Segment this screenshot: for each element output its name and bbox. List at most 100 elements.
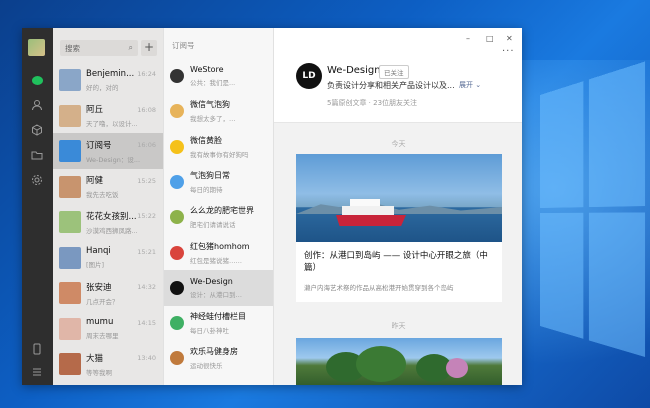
follow-badge[interactable]: 已关注 xyxy=(379,65,409,79)
expand-link[interactable]: 展开 ⌄ xyxy=(459,80,481,90)
chevron-down-icon: ⌄ xyxy=(475,81,482,89)
subscription-name: 气泡狗日常 xyxy=(190,170,230,180)
chat-preview: 几点开会？ xyxy=(86,297,119,306)
avatar xyxy=(59,246,81,269)
account-stats: 5篇原创文章 · 23位朋友关注 xyxy=(327,99,418,107)
subscription-icon xyxy=(170,104,184,119)
chat-time: 15:25 xyxy=(137,176,156,185)
chat-name: Hanqi xyxy=(86,246,111,256)
chat-list-item[interactable]: Benjemin... 好的，对的 16:24 xyxy=(53,62,163,98)
subscription-item[interactable] xyxy=(164,376,273,385)
account-description: 负责设计分享和相关产品设计以及... xyxy=(327,81,455,90)
chat-preview: 等等我啊 xyxy=(86,368,112,377)
search-input[interactable]: 搜索 ⌕ xyxy=(60,40,138,56)
account-name: We-Design xyxy=(327,65,381,76)
chat-preview: 周末去哪里 xyxy=(86,332,119,340)
subscription-item[interactable]: 欢乐马健身房 运动很快乐 xyxy=(164,340,273,376)
subscription-preview: 每日八卦神吐 xyxy=(190,327,229,336)
article-card-2[interactable] xyxy=(296,338,502,385)
subscription-item[interactable]: WeStore 公共：我们是... xyxy=(164,58,273,94)
subscription-item[interactable]: 么么龙的肥宅世界 肥宅们请请说话 xyxy=(164,199,273,235)
article-summary: 濑户内海艺术祭的作品从高松港开始贯穿到各个岛屿 xyxy=(304,284,454,292)
subscription-name: We-Design xyxy=(190,276,233,286)
account-panel: – □ ✕ ··· LD We-Design 已关注 负责设计分享和相关产品设计… xyxy=(273,28,522,385)
chat-name: 阿丘 xyxy=(86,105,104,115)
search-icon: ⌕ xyxy=(128,43,133,52)
phone-icon[interactable] xyxy=(30,342,44,356)
folder-icon[interactable] xyxy=(30,148,44,162)
subscription-name: 么么龙的肥宅世界 xyxy=(190,206,254,216)
subscription-name: 微信气泡狗 xyxy=(190,100,230,110)
subscription-icon xyxy=(170,210,184,225)
chat-list-item[interactable]: 张安迪 几点开会？ 14:32 xyxy=(53,275,163,311)
chat-list-item[interactable]: 花花女孩别... 沙漠鸡西狮凤路... 15:22 xyxy=(53,204,163,240)
wechat-window: 搜索 ⌕ + Benjemin... 好的，对的 16:24 阿丘 天了噜，以设… xyxy=(22,28,522,385)
chat-name: 订阅号 xyxy=(86,140,112,151)
contacts-icon[interactable] xyxy=(30,98,44,112)
avatar xyxy=(59,282,81,304)
minimize-icon[interactable]: – xyxy=(466,34,470,43)
chat-list-item[interactable]: mumu 周末去哪里 14:15 xyxy=(53,311,163,347)
cube-icon[interactable] xyxy=(30,123,44,137)
subscription-preview: 每日的期待 xyxy=(190,185,223,194)
chat-name: 花花女孩别... xyxy=(86,211,137,222)
date-yesterday: 昨天 xyxy=(391,322,406,330)
chat-name: 大猫 xyxy=(86,353,104,364)
windows-logo xyxy=(540,61,648,370)
subscription-item[interactable]: 红包猪homhom 红包是猪说猪…… xyxy=(164,235,273,271)
chat-preview: We-Design：设... xyxy=(86,155,141,164)
avatar xyxy=(59,104,81,127)
subscription-preview: 肥宅们请请说话 xyxy=(190,221,236,230)
account-header: – □ ✕ ··· LD We-Design 已关注 负责设计分享和相关产品设计… xyxy=(274,28,522,123)
subscription-item[interactable]: We-Design 设计：从港口到… xyxy=(164,269,273,306)
article-title: 创作：从港口到岛屿 —— 设计中心开眼之旅（中篇） xyxy=(304,251,488,273)
subscription-preview: 我想太多了，… xyxy=(190,115,236,124)
article-card[interactable]: 创作：从港口到岛屿 —— 设计中心开眼之旅（中篇） 濑户内海艺术祭的作品从高松港… xyxy=(296,154,502,302)
subscription-preview: 我有故事你有好狗吗 xyxy=(190,150,249,159)
avatar xyxy=(59,175,81,198)
add-button[interactable]: + xyxy=(141,40,157,56)
close-icon[interactable]: ✕ xyxy=(506,34,513,43)
subscription-item[interactable]: 神经蛙付槽栏目 每日八卦神吐 xyxy=(164,305,273,341)
chat-name: 阿健 xyxy=(86,176,104,186)
chat-list-item[interactable]: Hanqi [图片] 15:21 xyxy=(53,240,163,276)
subscription-item[interactable]: 微信气泡狗 我想太多了，… xyxy=(164,93,273,129)
chat-icon[interactable] xyxy=(30,73,44,87)
chat-list-item[interactable]: 阿健 我先去吃饭 15:25 xyxy=(53,169,163,205)
avatar xyxy=(59,140,81,162)
subscription-name: 红包猪homhom xyxy=(190,241,250,251)
chat-list: 搜索 ⌕ + Benjemin... 好的，对的 16:24 阿丘 天了噜，以设… xyxy=(53,28,163,385)
subscription-preview: 公共：我们是... xyxy=(190,79,236,87)
subscription-item[interactable]: 微信黄脸 我有故事你有好狗吗 xyxy=(164,129,273,165)
subscription-icon xyxy=(170,174,184,189)
chat-time: 16:24 xyxy=(137,70,156,78)
chat-list-item[interactable]: 大猫 等等我啊 13:40 xyxy=(53,346,163,382)
avatar[interactable] xyxy=(28,39,45,56)
search-placeholder: 搜索 xyxy=(65,43,80,53)
subscription-name: 微信黄脸 xyxy=(190,135,222,145)
account-logo: LD xyxy=(296,63,322,89)
chat-preview: 沙漠鸡西狮凤路... xyxy=(86,226,138,235)
subscription-preview: 设计：从港口到… xyxy=(190,290,242,299)
avatar xyxy=(59,211,81,233)
settings-icon[interactable] xyxy=(30,173,44,187)
chat-time: 15:21 xyxy=(137,247,156,256)
chat-time: 16:08 xyxy=(137,105,156,114)
subscription-list: 订阅号 WeStore 公共：我们是... 微信气泡狗 我想太多了，… 微信黄脸… xyxy=(163,28,273,385)
chat-time: 15:22 xyxy=(137,212,156,220)
subscription-name: 神经蛙付槽栏目 xyxy=(190,312,246,322)
more-icon[interactable]: ··· xyxy=(502,46,515,57)
chat-name: mumu xyxy=(86,317,114,327)
date-today: 今天 xyxy=(391,140,406,148)
chat-name: Benjemin... xyxy=(86,68,135,79)
subscription-item[interactable]: 气泡狗日常 每日的期待 xyxy=(164,164,273,200)
nav-rail xyxy=(22,28,53,385)
subscription-icon xyxy=(170,351,184,366)
chat-list-item[interactable]: 订阅号 We-Design：设... 16:06 xyxy=(53,133,163,169)
chat-preview: 好的，对的 xyxy=(86,83,119,92)
chat-list-item[interactable]: 阿丘 天了噜，以设计... 16:08 xyxy=(53,98,163,134)
subscription-icon xyxy=(170,280,184,295)
chat-time: 14:15 xyxy=(137,318,156,327)
maximize-icon[interactable]: □ xyxy=(486,34,494,43)
menu-icon[interactable] xyxy=(30,365,44,379)
